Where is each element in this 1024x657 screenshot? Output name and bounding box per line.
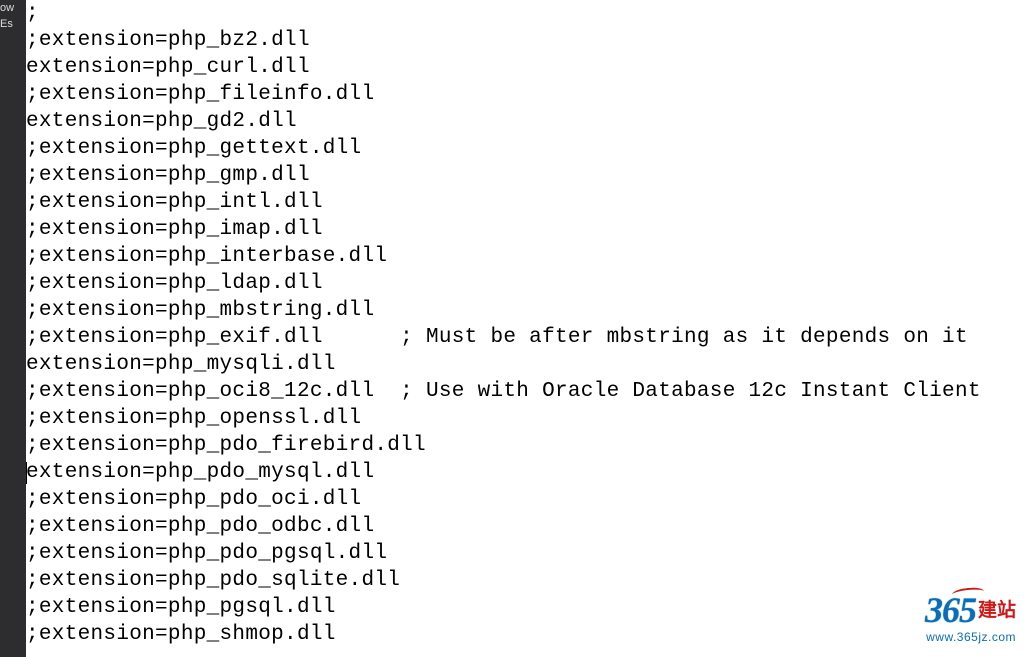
code-line[interactable]: ;extension=php_mbstring.dll bbox=[26, 297, 1024, 324]
code-line[interactable]: extension=php_pdo_mysql.dll bbox=[26, 459, 1024, 486]
code-line[interactable]: ;extension=php_pdo_sqlite.dll bbox=[26, 567, 1024, 594]
code-line[interactable]: ;extension=php_oci8_12c.dll ; Use with O… bbox=[26, 378, 1024, 405]
code-line[interactable]: ;extension=php_pdo_odbc.dll bbox=[26, 513, 1024, 540]
editor-sidebar: ow Es bbox=[0, 0, 26, 657]
code-line[interactable]: ;extension=php_imap.dll bbox=[26, 216, 1024, 243]
text-cursor bbox=[26, 462, 27, 484]
code-line[interactable]: ;extension=php_fileinfo.dll bbox=[26, 81, 1024, 108]
code-line[interactable]: extension=php_mysqli.dll bbox=[26, 351, 1024, 378]
sidebar-fragment-2: Es bbox=[0, 16, 14, 32]
code-line[interactable]: extension=php_curl.dll bbox=[26, 54, 1024, 81]
code-line[interactable]: ;extension=php_openssl.dll bbox=[26, 405, 1024, 432]
code-line[interactable]: ;extension=php_ldap.dll bbox=[26, 270, 1024, 297]
code-line[interactable]: ;extension=php_bz2.dll bbox=[26, 27, 1024, 54]
code-editor[interactable]: ;;extension=php_bz2.dllextension=php_cur… bbox=[26, 0, 1024, 657]
code-line[interactable]: ;extension=php_pgsql.dll bbox=[26, 594, 1024, 621]
code-line[interactable]: ;extension=php_interbase.dll bbox=[26, 243, 1024, 270]
code-line[interactable]: ;extension=php_exif.dll ; Must be after … bbox=[26, 324, 1024, 351]
code-line[interactable]: ;extension=php_gmp.dll bbox=[26, 162, 1024, 189]
code-line[interactable]: ; bbox=[26, 0, 1024, 27]
code-line[interactable]: ;extension=php_pdo_firebird.dll bbox=[26, 432, 1024, 459]
sidebar-fragment-1: ow bbox=[0, 0, 14, 16]
code-line[interactable]: ;extension=php_pdo_oci.dll bbox=[26, 486, 1024, 513]
code-line[interactable]: ;extension=php_intl.dll bbox=[26, 189, 1024, 216]
code-line[interactable]: ;extension=php_pdo_pgsql.dll bbox=[26, 540, 1024, 567]
code-line[interactable]: extension=php_gd2.dll bbox=[26, 108, 1024, 135]
code-line[interactable]: ;extension=php_gettext.dll bbox=[26, 135, 1024, 162]
code-line[interactable]: ;extension=php_shmop.dll bbox=[26, 621, 1024, 648]
